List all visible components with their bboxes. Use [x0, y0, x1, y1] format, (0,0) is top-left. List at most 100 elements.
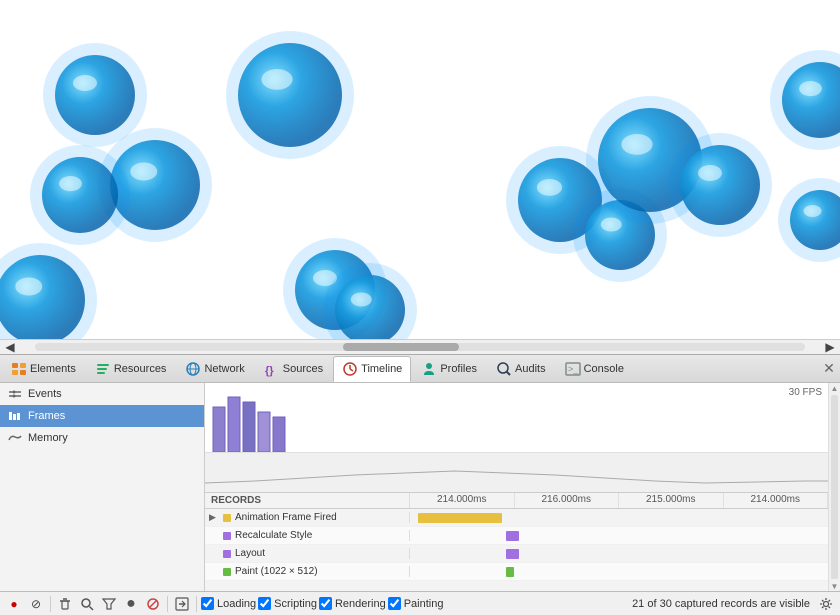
- no-icon: [146, 597, 160, 611]
- sidebar-item-frames[interactable]: Frames: [0, 405, 204, 427]
- record-color-3: [223, 568, 231, 576]
- record-bar-3: [506, 567, 514, 577]
- scrollbar-track[interactable]: [35, 343, 805, 351]
- tab-resources[interactable]: Resources: [86, 356, 176, 382]
- record-button[interactable]: ●: [4, 594, 24, 614]
- tab-elements[interactable]: Elements: [2, 356, 85, 382]
- record-color-1: [223, 532, 231, 540]
- timeline-icon: [342, 361, 358, 377]
- record-row-3[interactable]: Paint (1022 × 512): [205, 563, 828, 581]
- painting-checkbox[interactable]: [388, 597, 401, 610]
- tab-profiles[interactable]: Profiles: [412, 356, 486, 382]
- import-button[interactable]: [172, 594, 192, 614]
- tab-sources[interactable]: {} Sources: [255, 356, 332, 382]
- record-bar-0: [418, 513, 502, 523]
- scrollbar-up-arrow[interactable]: ▲: [829, 383, 840, 393]
- stop-button[interactable]: [143, 594, 163, 614]
- tab-timeline[interactable]: Timeline: [333, 356, 411, 382]
- scrollbar-thumb-right[interactable]: [831, 395, 838, 579]
- sidebar-item-memory[interactable]: Memory: [0, 427, 204, 449]
- memory-icon: [8, 431, 22, 445]
- time-col-1: 214.000ms: [410, 493, 515, 508]
- sidebar-item-events-label: Events: [28, 388, 62, 400]
- close-devtools-button[interactable]: ✕: [820, 360, 838, 378]
- timeline-main: 30 FPS RECORDS 214.000ms 216.000ms 215.0…: [205, 383, 828, 591]
- memory-area: [205, 452, 828, 492]
- record-name-1: Recalculate Style: [235, 530, 405, 541]
- search-button[interactable]: [77, 594, 97, 614]
- sidebar-item-frames-label: Frames: [28, 410, 65, 422]
- divider-1: [50, 596, 51, 612]
- records-header: RECORDS 214.000ms 216.000ms 215.000ms 21…: [205, 493, 828, 509]
- loading-checkbox[interactable]: [201, 597, 214, 610]
- record-bar-container-2: [410, 545, 828, 562]
- search-icon: [80, 597, 94, 611]
- clear-icon: [58, 597, 72, 611]
- dot-button[interactable]: ●: [121, 594, 141, 614]
- devtools-body: Events Frames Memory: [0, 383, 840, 591]
- settings-icon: [819, 597, 833, 611]
- right-scrollbar[interactable]: ▲ ▼: [828, 383, 840, 591]
- tab-timeline-label: Timeline: [361, 363, 402, 375]
- rendering-checkbox[interactable]: [319, 597, 332, 610]
- records-list: ▶ Animation Frame Fired Recalculate Style L…: [205, 509, 828, 591]
- tab-network[interactable]: Network: [176, 356, 253, 382]
- tab-audits[interactable]: Audits: [487, 356, 555, 382]
- time-col-2: 216.000ms: [515, 493, 620, 508]
- record-bar-container-0: [410, 509, 828, 526]
- stop-record-button[interactable]: ⊘: [26, 594, 46, 614]
- profiles-icon: [421, 361, 437, 377]
- loading-checkbox-group: Loading: [201, 597, 256, 610]
- filter-button[interactable]: [99, 594, 119, 614]
- tab-sources-label: Sources: [283, 363, 323, 375]
- timeline-chart-area[interactable]: 30 FPS: [205, 383, 828, 493]
- scrollbar-right-arrow[interactable]: ▶: [820, 337, 840, 355]
- scrollbar-thumb[interactable]: [343, 343, 459, 351]
- settings-button[interactable]: [816, 594, 836, 614]
- devtools-panel: Elements Resources Network {} Sou: [0, 355, 840, 615]
- network-icon: [185, 361, 201, 377]
- tab-network-label: Network: [204, 363, 244, 375]
- record-color-0: [223, 514, 231, 522]
- frames-icon: [8, 409, 22, 423]
- tab-console[interactable]: >_ Console: [556, 356, 633, 382]
- tab-console-label: Console: [584, 363, 624, 375]
- record-left-1: Recalculate Style: [205, 530, 410, 541]
- resources-icon: [95, 361, 111, 377]
- record-row-0[interactable]: ▶ Animation Frame Fired: [205, 509, 828, 527]
- browser-viewport: ◀ ▶: [0, 0, 840, 355]
- sidebar-item-memory-label: Memory: [28, 432, 68, 444]
- record-arrow-0: ▶: [209, 512, 219, 523]
- rendering-checkbox-group: Rendering: [319, 597, 386, 610]
- time-col-4: 214.000ms: [724, 493, 829, 508]
- divider-2: [167, 596, 168, 612]
- filter-icon: [102, 597, 116, 611]
- tab-audits-label: Audits: [515, 363, 546, 375]
- record-bar-1: [506, 531, 519, 541]
- audits-icon: [496, 361, 512, 377]
- record-row-2[interactable]: Layout: [205, 545, 828, 563]
- viewport-scrollbar[interactable]: ◀ ▶: [0, 339, 840, 354]
- scripting-checkbox[interactable]: [258, 597, 271, 610]
- import-icon: [175, 597, 189, 611]
- timeline-area: 30 FPS RECORDS 214.000ms 216.000ms 215.0…: [205, 383, 840, 591]
- scrollbar-left-arrow[interactable]: ◀: [0, 337, 20, 355]
- elements-icon: [11, 361, 27, 377]
- bubble-animation: [0, 0, 840, 340]
- loading-label: Loading: [217, 598, 256, 610]
- record-color-2: [223, 550, 231, 558]
- record-name-3: Paint (1022 × 512): [235, 566, 405, 577]
- record-row-1[interactable]: Recalculate Style: [205, 527, 828, 545]
- devtools-toolbar: Elements Resources Network {} Sou: [0, 355, 840, 383]
- sidebar-item-events[interactable]: Events: [0, 383, 204, 405]
- record-left-2: Layout: [205, 548, 410, 559]
- record-bar-2: [506, 549, 519, 559]
- scripting-checkbox-group: Scripting: [258, 597, 317, 610]
- clear-button[interactable]: [55, 594, 75, 614]
- time-col-3: 215.000ms: [619, 493, 724, 508]
- record-name-0: Animation Frame Fired: [235, 512, 405, 523]
- svg-text:>_: >_: [568, 364, 579, 374]
- scrollbar-down-arrow[interactable]: ▼: [829, 581, 840, 591]
- painting-label: Painting: [404, 598, 444, 610]
- console-icon: >_: [565, 361, 581, 377]
